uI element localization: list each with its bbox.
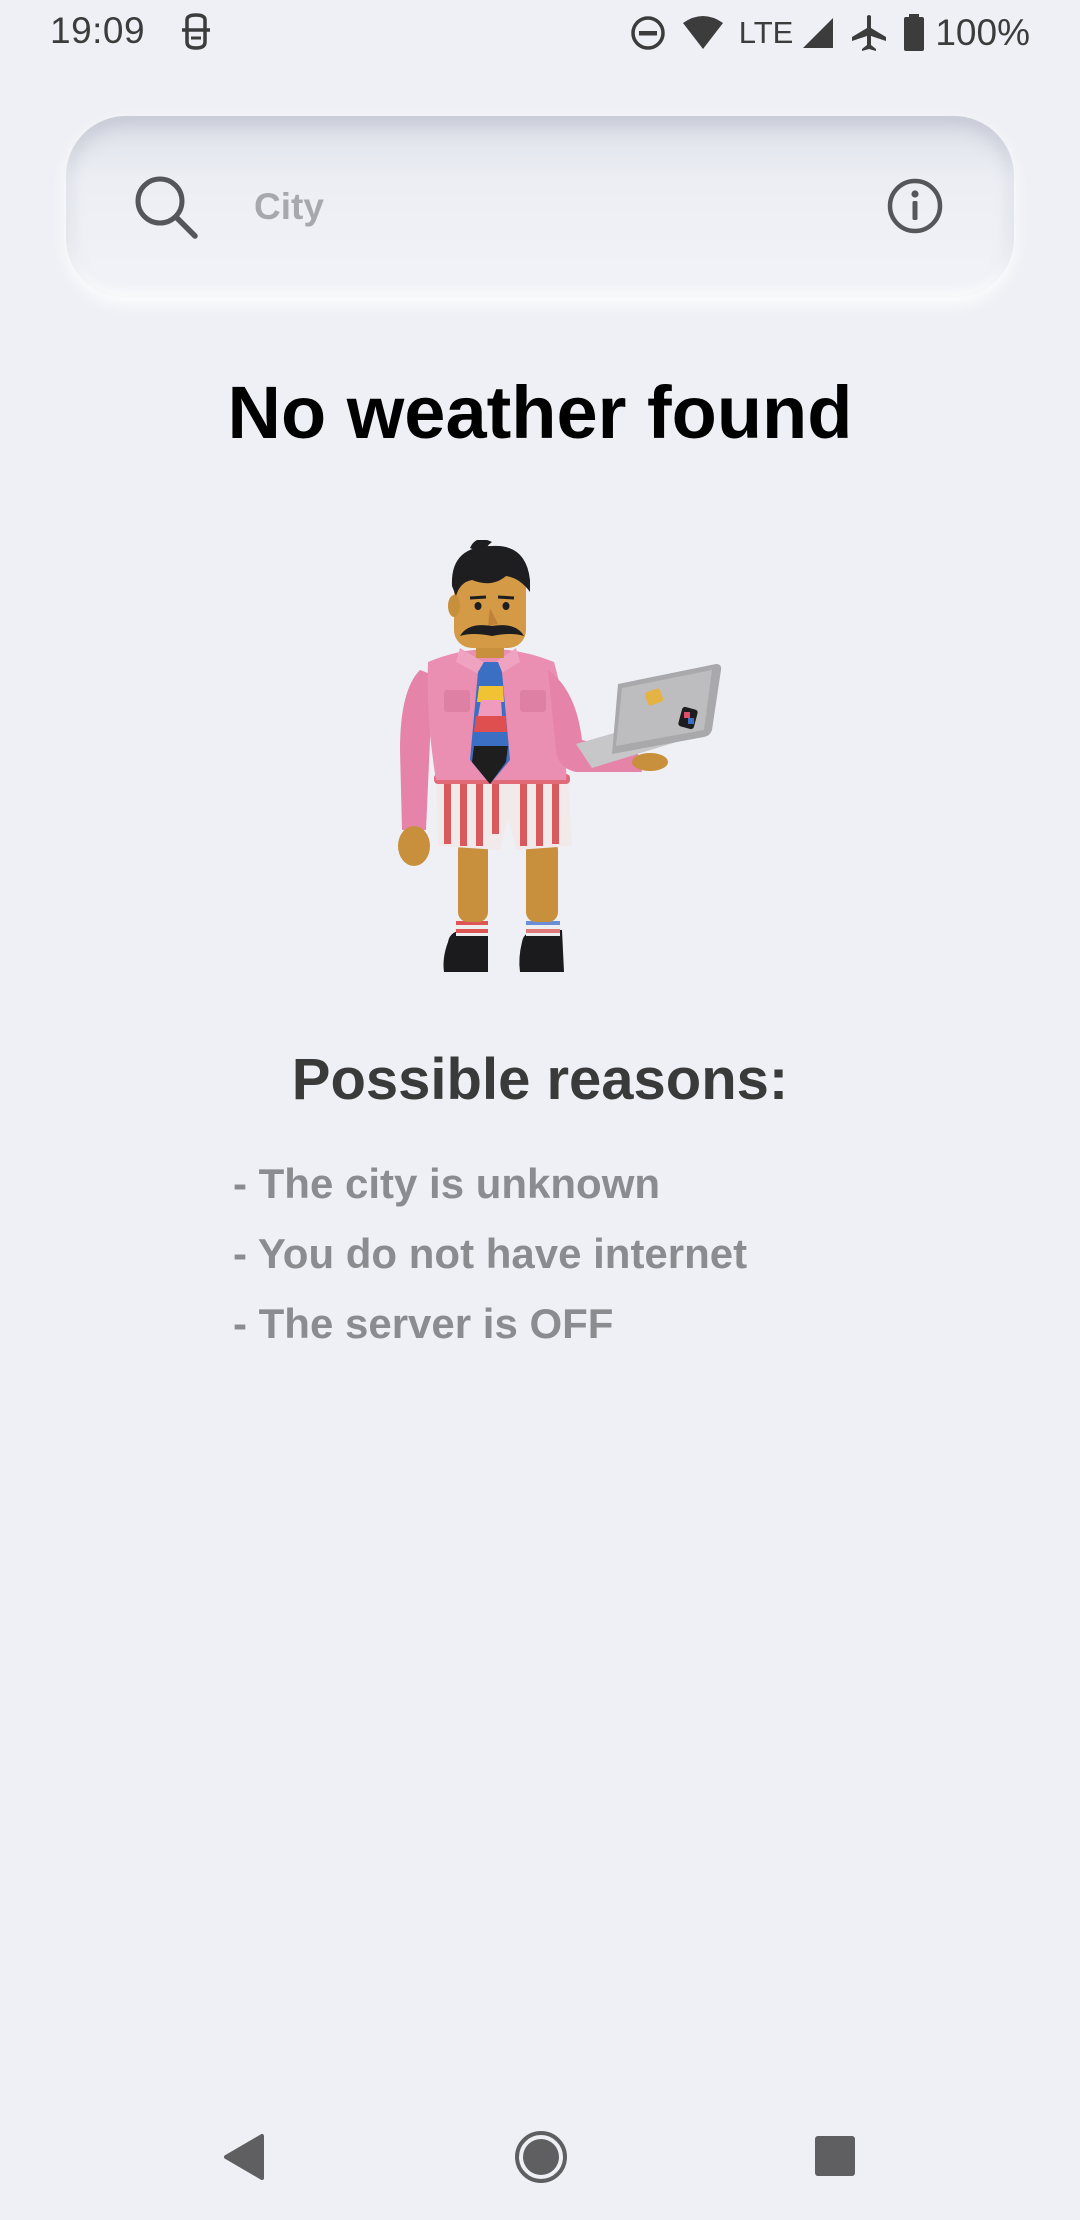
recent-apps-icon[interactable] [813, 2134, 857, 2178]
man-with-laptop-illustration [380, 539, 740, 990]
home-icon[interactable] [514, 2130, 568, 2184]
reasons-list: - The city is unknown - You do not have … [233, 1156, 747, 1366]
battery-icon [903, 14, 925, 52]
airplane-icon [849, 13, 889, 53]
signal-icon [801, 16, 835, 50]
navigation-bar [0, 2110, 1080, 2200]
status-icons: LTE 100% [629, 8, 1030, 58]
reason-item: - The server is OFF [233, 1300, 614, 1347]
search-icon[interactable] [132, 173, 200, 241]
status-time: 19:09 [50, 10, 146, 51]
back-icon[interactable] [222, 2132, 266, 2182]
assistant-icon [178, 12, 214, 52]
network-type: LTE [738, 15, 794, 50]
info-icon[interactable] [886, 177, 944, 235]
city-search-input[interactable] [254, 176, 854, 238]
wifi-icon [681, 15, 725, 51]
status-bar: 19:09 LTE 100% [0, 0, 1080, 66]
search-bar [66, 116, 1014, 298]
page-title: No weather found [227, 371, 853, 454]
battery-percentage: 100% [935, 12, 1030, 53]
dnd-icon [629, 14, 667, 52]
reason-item: - You do not have internet [233, 1230, 748, 1277]
reasons-title: Possible reasons: [291, 1047, 789, 1112]
reason-item: - The city is unknown [233, 1160, 661, 1207]
